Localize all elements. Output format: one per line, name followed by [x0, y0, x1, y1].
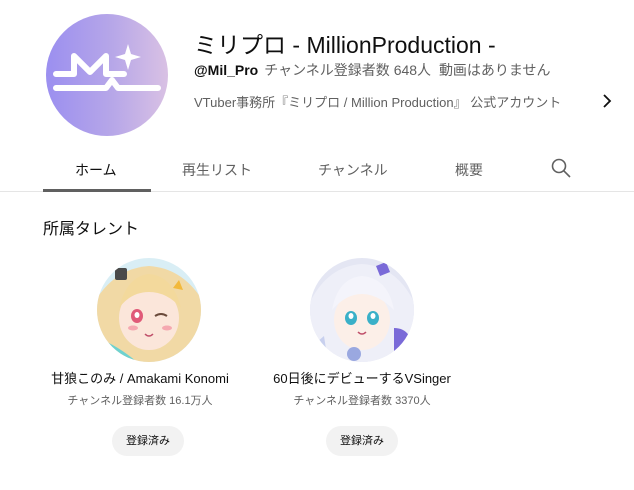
channel-description[interactable]: VTuber事務所『ミリプロ / Million Production』 公式ア… — [194, 92, 561, 111]
talent-name[interactable]: 60日後にデビューするVSinger — [262, 368, 462, 387]
talent-avatar[interactable] — [310, 258, 414, 362]
tab-channels[interactable]: チャンネル — [318, 160, 388, 180]
section-title: 所属タレント — [43, 221, 140, 238]
channel-handle: @Mil_Pro — [194, 62, 259, 78]
video-count: 動画はありません — [438, 62, 551, 78]
channel-meta: @Mil_Pro チャンネル登録者数 648人 動画はありません — [194, 60, 551, 80]
talent-subscribers: チャンネル登録者数 16.1万人 — [67, 395, 213, 407]
subscribed-button[interactable]: 登録済み — [326, 426, 398, 456]
active-tab-indicator — [43, 189, 151, 192]
talent-subscribers: チャンネル登録者数 3370人 — [293, 395, 431, 407]
channel-name: ミリプロ - MillionProduction - — [194, 32, 496, 58]
subscribed-button[interactable]: 登録済み — [112, 426, 184, 456]
talent-avatar[interactable] — [97, 258, 201, 362]
tab-playlists[interactable]: 再生リスト — [182, 160, 252, 180]
channel-tabs: ホーム 再生リスト チャンネル 概要 — [0, 148, 634, 192]
search-icon[interactable] — [550, 157, 572, 179]
chevron-right-icon[interactable] — [599, 92, 615, 110]
tab-home[interactable]: ホーム — [75, 160, 117, 180]
million-logo-icon — [53, 44, 161, 91]
channel-avatar[interactable] — [46, 14, 168, 136]
talent-name[interactable]: 甘狼このみ / Amakami Konomi — [40, 368, 240, 387]
subscriber-count: チャンネル登録者数 648人 — [264, 62, 432, 78]
tab-about[interactable]: 概要 — [455, 160, 483, 180]
